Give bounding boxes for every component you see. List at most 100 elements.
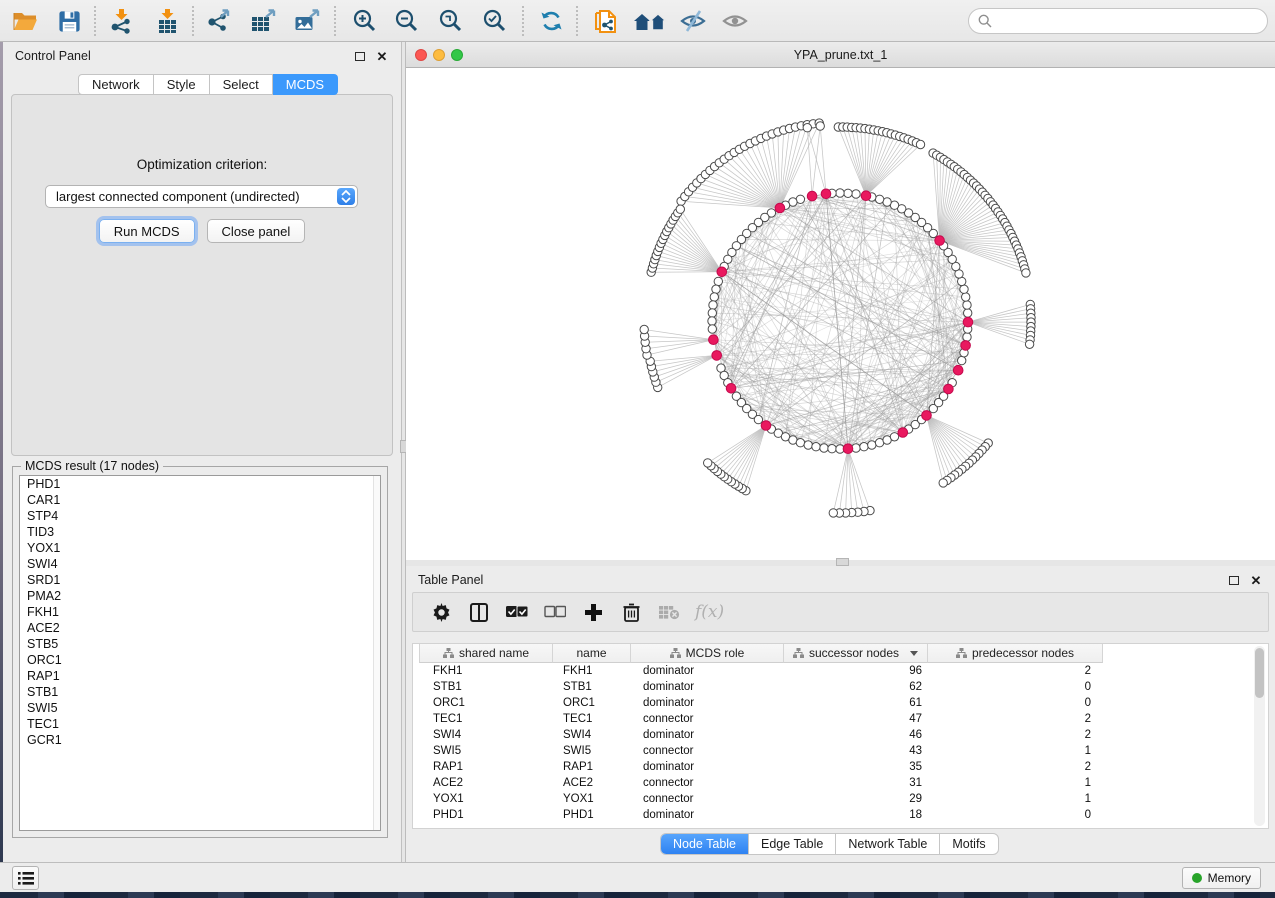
network-leaf-node[interactable]	[939, 479, 947, 487]
mcds-result-item[interactable]: YOX1	[20, 540, 380, 556]
network-hub-node[interactable]	[963, 317, 973, 327]
network-node[interactable]	[708, 309, 716, 317]
mcds-result-item[interactable]: SWI5	[20, 700, 380, 716]
float-panel-button[interactable]	[1227, 573, 1241, 587]
network-node[interactable]	[868, 441, 876, 449]
network-node[interactable]	[852, 190, 860, 198]
network-leaf-node[interactable]	[829, 509, 837, 517]
cell-pred[interactable]: 1	[928, 775, 1103, 791]
tab-mcds[interactable]: MCDS	[273, 74, 338, 95]
mcds-result-item[interactable]: STB5	[20, 636, 380, 652]
first-neighbors-button[interactable]	[630, 4, 672, 38]
network-hub-node[interactable]	[944, 384, 954, 394]
network-window-titlebar[interactable]: YPA_prune.txt_1	[406, 42, 1275, 68]
sort-chevron-icon[interactable]	[910, 651, 918, 656]
cell-name[interactable]: PHD1	[553, 807, 631, 823]
add-column-button[interactable]	[581, 600, 605, 624]
mcds-result-item[interactable]: CAR1	[20, 492, 380, 508]
cell-role[interactable]: connector	[631, 711, 784, 727]
network-node[interactable]	[844, 189, 852, 197]
network-node[interactable]	[820, 444, 828, 452]
open-session-button[interactable]	[8, 4, 42, 38]
table-row[interactable]: ORC1ORC1dominator610	[419, 695, 1103, 711]
cell-succ[interactable]: 31	[784, 775, 928, 791]
network-node[interactable]	[714, 277, 722, 285]
mcds-result-item[interactable]: FKH1	[20, 604, 380, 620]
cell-name[interactable]: RAP1	[553, 759, 631, 775]
network-node[interactable]	[812, 443, 820, 451]
export-network-button[interactable]	[202, 4, 236, 38]
network-node[interactable]	[754, 415, 762, 423]
network-canvas[interactable]	[406, 68, 1275, 560]
cell-succ[interactable]: 35	[784, 759, 928, 775]
network-node[interactable]	[804, 441, 812, 449]
network-node[interactable]	[708, 317, 716, 325]
tab-network-table[interactable]: Network Table	[835, 834, 939, 854]
close-panel-button[interactable]: ✕	[1249, 573, 1263, 587]
network-leaf-node[interactable]	[704, 459, 712, 467]
search-field[interactable]	[968, 8, 1268, 34]
column-header-succ[interactable]: successor nodes	[784, 644, 928, 663]
network-hub-node[interactable]	[717, 267, 727, 277]
table-settings-button[interactable]	[429, 600, 453, 624]
cell-role[interactable]: dominator	[631, 695, 784, 711]
network-hub-node[interactable]	[953, 365, 963, 375]
memory-button[interactable]: Memory	[1182, 867, 1261, 889]
clone-network-button[interactable]	[588, 4, 622, 38]
cell-succ[interactable]: 18	[784, 807, 928, 823]
cell-shared[interactable]: PHD1	[419, 807, 553, 823]
table-row[interactable]: ACE2ACE2connector311	[419, 775, 1103, 791]
select-all-button[interactable]	[505, 600, 529, 624]
run-mcds-button[interactable]: Run MCDS	[99, 219, 195, 243]
mcds-result-item[interactable]: RAP1	[20, 668, 380, 684]
mcds-result-item[interactable]: SWI4	[20, 556, 380, 572]
cell-name[interactable]: SWI5	[553, 743, 631, 759]
import-table-button[interactable]	[150, 4, 184, 38]
hide-selected-button[interactable]	[676, 4, 710, 38]
network-hub-node[interactable]	[821, 189, 831, 199]
cell-name[interactable]: ACE2	[553, 775, 631, 791]
search-input[interactable]	[998, 14, 1267, 29]
network-node[interactable]	[958, 356, 966, 364]
cell-name[interactable]: SWI4	[553, 727, 631, 743]
network-node[interactable]	[710, 293, 718, 301]
network-hub-node[interactable]	[712, 351, 722, 361]
cell-role[interactable]: dominator	[631, 727, 784, 743]
network-node[interactable]	[860, 443, 868, 451]
cell-pred[interactable]: 0	[928, 695, 1103, 711]
cell-shared[interactable]: YOX1	[419, 791, 553, 807]
network-leaf-node[interactable]	[640, 325, 648, 333]
cell-name[interactable]: STB1	[553, 679, 631, 695]
network-hub-node[interactable]	[775, 203, 785, 213]
table-row[interactable]: YOX1YOX1connector291	[419, 791, 1103, 807]
tab-edge-table[interactable]: Edge Table	[748, 834, 835, 854]
network-node[interactable]	[709, 301, 717, 309]
network-hub-node[interactable]	[935, 236, 945, 246]
zoom-selected-button[interactable]	[478, 4, 512, 38]
network-node[interactable]	[828, 445, 836, 453]
column-header-shared[interactable]: shared name	[419, 644, 553, 663]
cell-shared[interactable]: ACE2	[419, 775, 553, 791]
cell-name[interactable]: YOX1	[553, 791, 631, 807]
table-row[interactable]: RAP1RAP1dominator352	[419, 759, 1103, 775]
mcds-result-item[interactable]: TID3	[20, 524, 380, 540]
export-table-button[interactable]	[246, 4, 280, 38]
column-layout-button[interactable]	[467, 600, 491, 624]
cell-shared[interactable]: FKH1	[419, 663, 553, 679]
refresh-button[interactable]	[534, 4, 568, 38]
mcds-result-list[interactable]: PHD1CAR1STP4TID3YOX1SWI4SRD1PMA2FKH1ACE2…	[19, 475, 381, 831]
cell-pred[interactable]: 0	[928, 679, 1103, 695]
network-node[interactable]	[708, 325, 716, 333]
network-hub-node[interactable]	[898, 428, 908, 438]
cell-role[interactable]: dominator	[631, 679, 784, 695]
mcds-result-item[interactable]: SRD1	[20, 572, 380, 588]
network-node[interactable]	[962, 293, 970, 301]
network-node[interactable]	[712, 285, 720, 293]
column-header-role[interactable]: MCDS role	[631, 644, 784, 663]
export-image-button[interactable]	[290, 4, 324, 38]
cell-shared[interactable]: SWI4	[419, 727, 553, 743]
mcds-result-item[interactable]: STB1	[20, 684, 380, 700]
cell-role[interactable]: dominator	[631, 759, 784, 775]
cell-pred[interactable]: 2	[928, 711, 1103, 727]
network-node[interactable]	[796, 439, 804, 447]
